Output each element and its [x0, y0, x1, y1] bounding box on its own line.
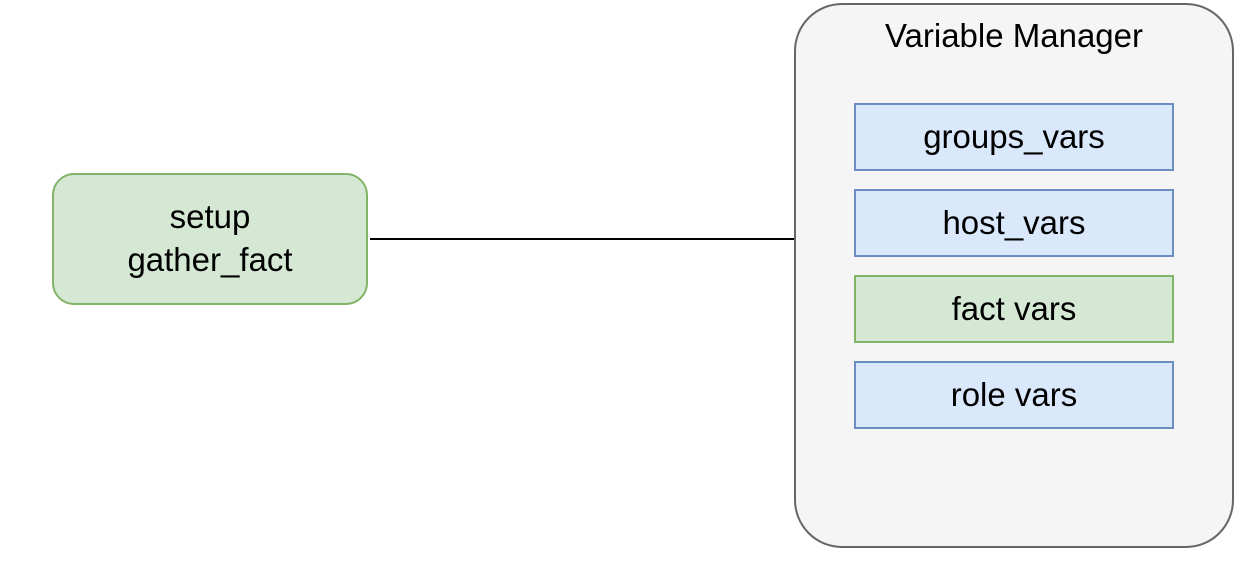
variable-manager-title: Variable Manager: [796, 17, 1232, 55]
vm-item-fact-vars: fact vars: [854, 275, 1174, 343]
variable-manager-container: Variable Manager groups_vars host_vars f…: [794, 3, 1234, 548]
arrow-line: [370, 238, 856, 240]
setup-node: setup gather_fact: [52, 173, 368, 305]
vm-item-groups-vars: groups_vars: [854, 103, 1174, 171]
vm-item-host-vars: host_vars: [854, 189, 1174, 257]
setup-line2: gather_fact: [127, 239, 292, 282]
vm-item-role-vars: role vars: [854, 361, 1174, 429]
variable-manager-items: groups_vars host_vars fact vars role var…: [796, 103, 1232, 429]
setup-line1: setup: [170, 196, 251, 239]
